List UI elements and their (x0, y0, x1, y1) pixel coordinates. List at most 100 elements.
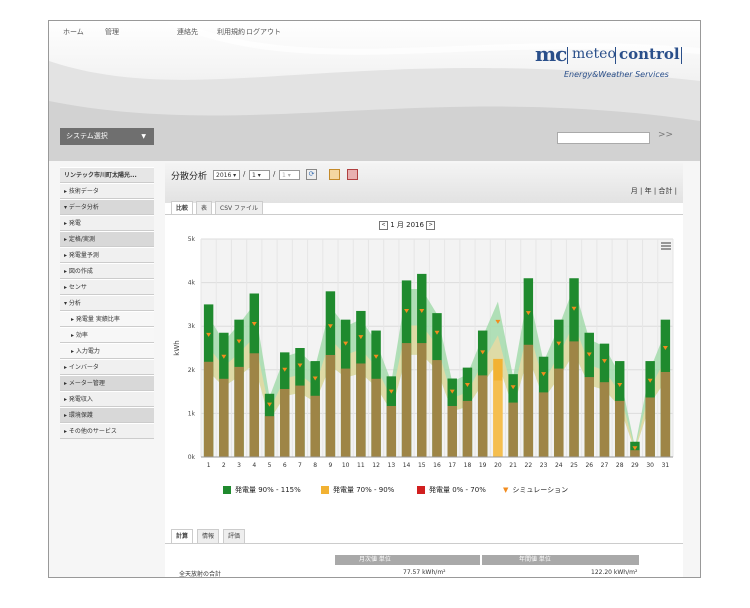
legend-swatch-red (417, 486, 425, 494)
x-tick-label: 2 (222, 462, 226, 469)
bar-lower-day-11 (356, 363, 366, 457)
sidebar-item-performance-ratio[interactable]: ▸ 発電量 実績比率 (60, 311, 154, 327)
bar-lower-day-6 (280, 388, 290, 457)
y-axis-label: kWh (173, 340, 181, 355)
main-content: 分散分析 2016 ▾ / 1 ▾ / 1 ▾ ⟳ 月 | 年 | 合計 | 比… (165, 163, 683, 577)
sidebar-item-forecast[interactable]: ▸ 発電量予測 (60, 247, 154, 263)
table-row-yearly-value: 122.20 kWh/m² (591, 569, 638, 576)
x-tick-label: 18 (464, 462, 472, 469)
next-month-button[interactable]: > (426, 220, 436, 230)
nav-admin-link[interactable]: 管理 (105, 27, 119, 37)
x-tick-label: 13 (388, 462, 396, 469)
system-select-button[interactable]: システム選択 ▼ (60, 128, 154, 145)
logo-mark: mc (535, 42, 567, 66)
bar-lower-day-19 (477, 375, 488, 457)
tab-csv[interactable]: CSV ファイル (215, 201, 264, 215)
search-go-button[interactable]: >> (658, 130, 673, 140)
sidebar-item-other-services[interactable]: ▸ その他のサービス (60, 423, 154, 439)
sidebar-item-efficiency[interactable]: ▸ 効率 (60, 327, 154, 343)
bar-lower-day-29 (630, 450, 640, 457)
bar-lower-day-8 (310, 395, 320, 457)
app-frame: ホーム 管理 連絡先 利用規約 ログアウト mc meteo control E… (48, 20, 701, 578)
sidebar-item-generation[interactable]: ▸ 発電 (60, 215, 154, 231)
day-select[interactable]: 1 ▾ (279, 170, 300, 180)
x-tick-label: 6 (283, 462, 287, 469)
year-select[interactable]: 2016 ▾ (213, 170, 240, 180)
bar-lower-day-9 (325, 354, 336, 457)
sidebar-item-create-chart[interactable]: ▸ 図の作成 (60, 263, 154, 279)
nav-contact-link[interactable]: 連絡先 (177, 27, 198, 37)
x-tick-label: 26 (585, 462, 593, 469)
x-tick-label: 4 (252, 462, 256, 469)
x-tick-label: 3 (237, 462, 241, 469)
nav-logout-link[interactable]: ログアウト (246, 27, 281, 37)
month-select[interactable]: 1 ▾ (249, 170, 270, 180)
sidebar-item-plant[interactable]: リンテック市川町太陽光... (60, 167, 154, 183)
bar-lower-day-26 (584, 377, 594, 457)
x-tick-label: 31 (662, 462, 670, 469)
prev-month-button[interactable]: < (379, 220, 388, 230)
y-tick-label: 5k (188, 236, 196, 243)
export-icon[interactable] (347, 169, 358, 180)
sidebar-item-technical-data[interactable]: ▸ 技術データ (60, 183, 154, 199)
sidebar-item-data-analysis[interactable]: ▾ データ分析 (60, 199, 154, 215)
x-tick-label: 29 (631, 462, 639, 469)
x-tick-label: 20 (494, 462, 502, 469)
x-tick-label: 19 (479, 462, 487, 469)
bar-lower-day-22 (523, 344, 534, 457)
table-header: 月次値 単位 年間値 単位 (335, 555, 639, 565)
x-tick-label: 16 (433, 462, 441, 469)
tab-evaluation[interactable]: 評価 (223, 529, 246, 543)
bar-lower-day-3 (234, 366, 244, 457)
sidebar-item-meter-management[interactable]: ▸ メーター管理 (60, 375, 154, 391)
month-label: 1 月 2016 (390, 221, 424, 229)
range-links[interactable]: 月 | 年 | 合計 | (631, 186, 677, 196)
bar-lower-day-14 (401, 343, 412, 457)
tab-calculation[interactable]: 計算 (171, 529, 194, 543)
date-separator: / (243, 170, 246, 178)
legend-item-simulation: ▼ シミュレーション (503, 485, 568, 495)
y-tick-label: 4k (188, 280, 196, 287)
logo-tagline: Energy&Weather Services (564, 70, 669, 79)
refresh-icon[interactable]: ⟳ (306, 169, 317, 180)
table-row-monthly-value: 77.57 kWh/m² (403, 569, 446, 576)
nav-home-link[interactable]: ホーム (63, 27, 84, 37)
bar-lower-day-2 (219, 378, 229, 457)
tab-compare[interactable]: 比較 (171, 201, 194, 215)
search-input[interactable] (557, 132, 650, 144)
y-tick-label: 3k (188, 323, 196, 330)
sidebar-item-environment[interactable]: ▸ 環境保護 (60, 407, 154, 423)
chart-icon[interactable] (329, 169, 340, 180)
x-tick-label: 24 (555, 462, 563, 469)
bar-lower-day-24 (554, 368, 564, 457)
sidebar-item-input-power[interactable]: ▸ 入力電力 (60, 343, 154, 359)
table-header-yearly: 年間値 単位 (519, 556, 551, 563)
system-select-label: システム選択 (66, 132, 108, 140)
bar-lower-day-23 (538, 392, 549, 457)
sidebar-item-sensor[interactable]: ▸ センサ (60, 279, 154, 295)
tab-table[interactable]: 表 (196, 201, 213, 215)
sidebar-item-inverter[interactable]: ▸ インバータ (60, 359, 154, 375)
meteocontrol-logo: mc meteo control (535, 42, 685, 66)
x-tick-label: 10 (342, 462, 350, 469)
bar-lower-day-4 (249, 353, 260, 457)
bar-lower-day-21 (508, 402, 518, 457)
legend-label-yellow: 発電量 70% - 90% (333, 486, 395, 494)
tab-info[interactable]: 情報 (197, 529, 220, 543)
x-tick-label: 5 (268, 462, 272, 469)
bar-lower-day-31 (660, 371, 671, 457)
sidebar-item-rated-measured[interactable]: ▸ 定格/実測 (60, 231, 154, 247)
simulation-marker-icon: ▼ (503, 486, 509, 494)
x-tick-label: 11 (357, 462, 365, 469)
sidebar-item-revenue[interactable]: ▸ 発電収入 (60, 391, 154, 407)
x-tick-label: 21 (509, 462, 517, 469)
bar-lower-day-20 (493, 380, 503, 457)
nav-terms-link[interactable]: 利用規約 (217, 27, 245, 37)
x-tick-label: 14 (403, 462, 411, 469)
legend-swatch-yellow (321, 486, 329, 494)
bar-lower-day-7 (295, 385, 305, 457)
logo-word-meteo: meteo (572, 46, 616, 62)
x-tick-label: 25 (570, 462, 578, 469)
x-tick-label: 9 (329, 462, 333, 469)
sidebar-item-analysis[interactable]: ▾ 分析 (60, 295, 154, 311)
